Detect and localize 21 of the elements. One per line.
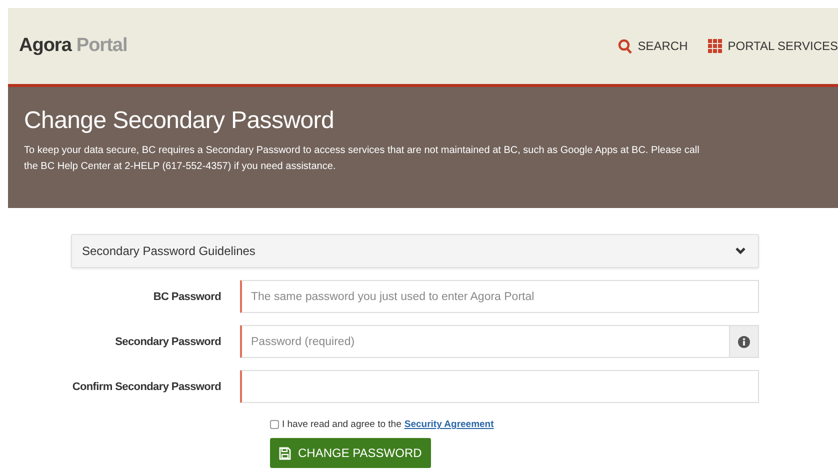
- nav-link[interactable]: PORTAL SERVICES: [708, 38, 838, 54]
- page-title: Change Secondary Password: [24, 107, 336, 135]
- agreement-text: I have read and agree to the: [282, 419, 402, 430]
- guidelines-panel[interactable]: Secondary Password Guidelines: [71, 234, 759, 268]
- password-field[interactable]: [240, 370, 759, 403]
- password-field[interactable]: Password (required): [240, 325, 730, 358]
- security-agreement-link[interactable]: Security Agreement: [404, 419, 494, 430]
- brand-name[interactable]: Agora: [19, 35, 72, 57]
- field-label: Confirm Secondary Password: [71, 380, 222, 392]
- field-label: Secondary Password: [114, 336, 222, 348]
- field-label: BC Password: [152, 290, 222, 302]
- password-field[interactable]: The same password you just used to enter Agora Portal: [240, 280, 759, 313]
- info-icon[interactable]: [730, 325, 759, 358]
- grid-icon: [708, 39, 722, 53]
- save-icon: [279, 446, 291, 460]
- chevron-icon: [735, 247, 746, 255]
- nav-link[interactable]: SEARCH: [618, 38, 688, 54]
- change-password-button[interactable]: CHANGE PASSWORD: [270, 438, 431, 468]
- intro-text: To keep your data secure, BC requires a Secondary Password to access services that are not maintained at BC, such as Google Apps at BC. Please call the BC Help Center at 2-HELP (617-552-4357) if you need assistance.: [24, 144, 700, 174]
- search-icon: [618, 38, 632, 54]
- agreement-checkbox[interactable]: [270, 420, 279, 429]
